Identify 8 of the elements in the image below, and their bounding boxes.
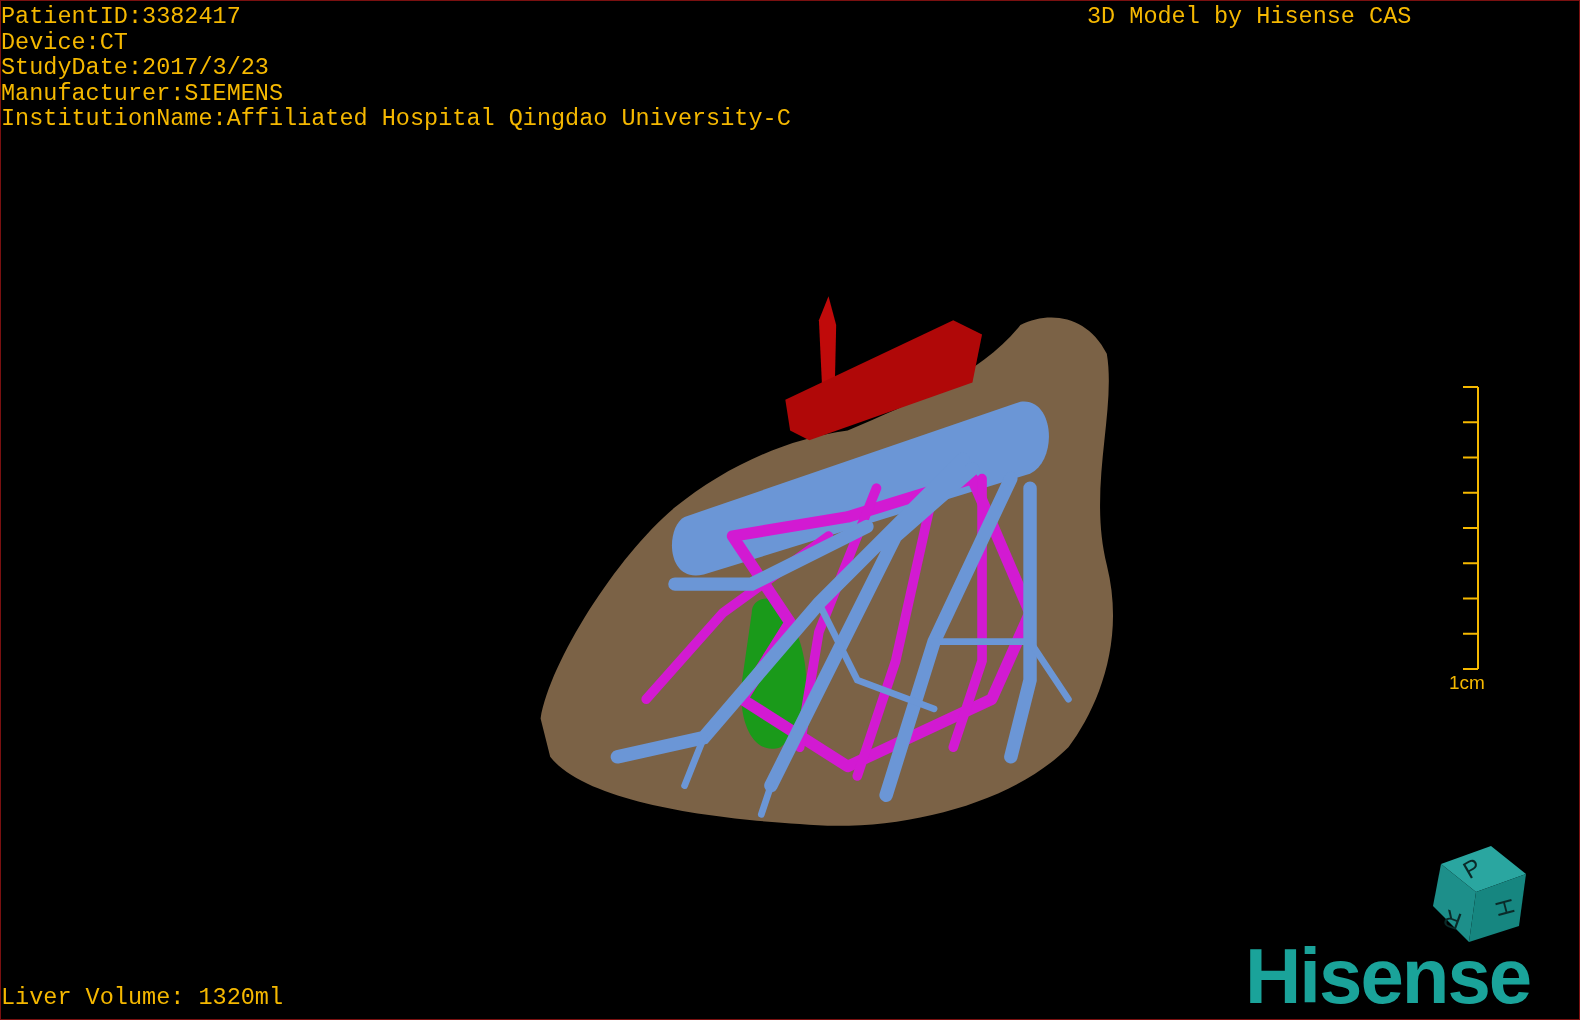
patient-info-text: Device:CT bbox=[1, 29, 129, 55]
model-credit-text: 3D Model by Hisense CAS bbox=[1087, 4, 1412, 30]
patient-info-text: Manufacturer:SIEMENS bbox=[1, 80, 285, 106]
liver-volume-text: Liver Volume: 1320ml bbox=[1, 985, 284, 1011]
patient-info-text: PatientID:3382417 bbox=[1, 4, 242, 30]
scale-label: 1cm bbox=[1449, 672, 1485, 694]
patient-info-text: StudyDate:2017/3/23 bbox=[1, 55, 270, 81]
patient-info-text: InstitutionName:Affiliated Hospital Qingdao University-C bbox=[1, 106, 791, 132]
